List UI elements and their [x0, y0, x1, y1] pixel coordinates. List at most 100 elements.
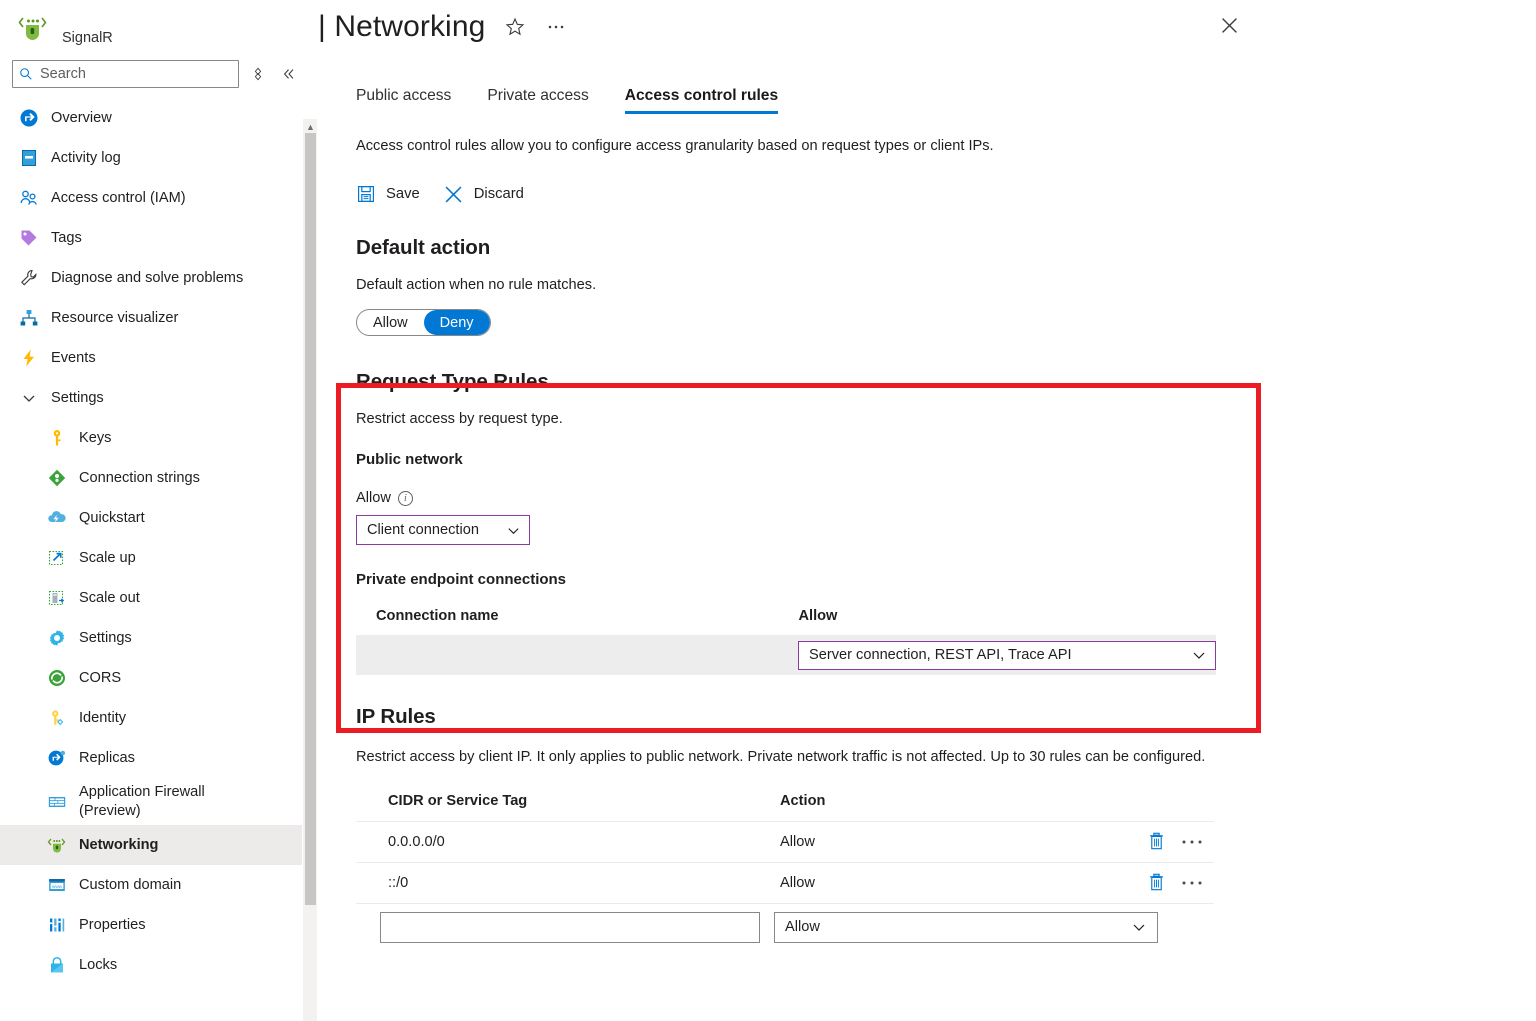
- scale-up-icon: [46, 547, 68, 569]
- pin-filter-icon[interactable]: [245, 61, 271, 87]
- public-network-allow-value: Client connection: [367, 522, 479, 538]
- sidebar-item-properties[interactable]: Properties: [0, 905, 302, 945]
- sidebar-item-overview[interactable]: Overview: [0, 98, 302, 138]
- star-icon[interactable]: [505, 17, 525, 37]
- public-network-allow-label-row: Allow i: [356, 490, 1516, 506]
- sidebar-item-quickstart[interactable]: Quickstart: [0, 498, 302, 538]
- close-icon[interactable]: [1214, 10, 1244, 40]
- ip-rules-heading: IP Rules: [356, 705, 1516, 729]
- new-rule-action-value: Allow: [785, 919, 820, 935]
- ellipsis-icon[interactable]: [545, 17, 567, 37]
- column-header-allow: Allow: [798, 608, 1216, 624]
- info-icon[interactable]: i: [398, 491, 413, 506]
- tab-private-access[interactable]: Private access: [487, 87, 588, 114]
- sidebar-item-events[interactable]: Events: [0, 338, 302, 378]
- sidebar-item-custom-domain[interactable]: www Custom domain: [0, 865, 302, 905]
- cell-action: Allow: [780, 875, 1148, 891]
- sidebar-item-identity[interactable]: Identity: [0, 698, 302, 738]
- access-control-icon: [18, 187, 40, 209]
- sidebar-item-scale-out[interactable]: Scale out: [0, 578, 302, 618]
- sidebar-item-application-firewall[interactable]: Application Firewall (Preview): [0, 778, 302, 825]
- discard-label: Discard: [474, 186, 524, 202]
- request-type-rules-description: Restrict access by request type.: [356, 411, 1516, 427]
- sidebar-item-label: Scale up: [79, 550, 136, 566]
- key-icon: [46, 427, 68, 449]
- sidebar-item-label: Overview: [51, 110, 112, 126]
- cell-cidr: ::/0: [388, 875, 780, 891]
- sidebar-item-keys[interactable]: Keys: [0, 418, 302, 458]
- default-action-toggle[interactable]: Allow Deny: [356, 309, 491, 336]
- sidebar-item-label: Application Firewall (Preview): [79, 783, 254, 819]
- chevron-down-icon: [506, 523, 521, 538]
- private-endpoint-allow-dropdown[interactable]: Server connection, REST API, Trace API: [798, 641, 1216, 670]
- save-icon: [356, 184, 376, 204]
- cell-cidr: 0.0.0.0/0: [388, 834, 780, 850]
- trash-icon[interactable]: [1148, 832, 1165, 851]
- private-endpoint-connections-table: Connection name Allow Server connection,…: [356, 608, 1216, 675]
- sidebar-item-label: CORS: [79, 670, 121, 686]
- sidebar-group-settings[interactable]: Settings: [0, 378, 302, 418]
- request-type-rules-heading: Request Type Rules: [356, 370, 1516, 394]
- tab-public-access[interactable]: Public access: [356, 87, 451, 114]
- custom-domain-icon: www: [46, 874, 68, 896]
- sidebar-item-access-control[interactable]: Access control (IAM): [0, 178, 302, 218]
- sidebar-item-replicas[interactable]: Replicas: [0, 738, 302, 778]
- cell-action: Allow: [780, 834, 1148, 850]
- public-network-allow-dropdown[interactable]: Client connection: [356, 515, 530, 545]
- sidebar-nav: Overview Activity log: [0, 98, 302, 985]
- replicas-icon: [46, 747, 68, 769]
- overview-icon: [18, 107, 40, 129]
- sidebar-item-networking[interactable]: Networking: [0, 825, 302, 865]
- sidebar-item-label: Quickstart: [79, 510, 145, 526]
- save-button[interactable]: Save: [356, 184, 420, 204]
- search-input[interactable]: Search: [12, 60, 239, 88]
- ip-rules-table: CIDR or Service Tag Action 0.0.0.0/0 All…: [356, 793, 1214, 951]
- table-row: Server connection, REST API, Trace API: [356, 635, 1216, 675]
- private-endpoint-allow-value: Server connection, REST API, Trace API: [809, 647, 1072, 663]
- ellipsis-icon[interactable]: [1181, 839, 1203, 845]
- collapse-double-chevron-icon[interactable]: [276, 61, 302, 87]
- blade-title-row: | Networking: [318, 0, 1536, 46]
- sidebar-item-label: Networking: [79, 837, 158, 853]
- sidebar-item-diagnose[interactable]: Diagnose and solve problems: [0, 258, 302, 298]
- wrench-icon: [18, 267, 40, 289]
- azure-portal-blade: SignalR Search: [0, 0, 1536, 1021]
- discard-button[interactable]: Discard: [444, 184, 524, 204]
- private-endpoint-connections-heading: Private endpoint connections: [356, 571, 1516, 588]
- ellipsis-icon[interactable]: [1181, 880, 1203, 886]
- public-network-heading: Public network: [356, 451, 1516, 468]
- quickstart-icon: [46, 507, 68, 529]
- sidebar-item-label: Settings: [79, 630, 132, 646]
- lock-icon: [46, 954, 68, 976]
- tab-bar: Public access Private access Access cont…: [318, 80, 1536, 114]
- sidebar-item-activity-log[interactable]: Activity log: [0, 138, 302, 178]
- identity-key-icon: [46, 707, 68, 729]
- table-row[interactable]: 0.0.0.0/0 Allow: [356, 821, 1214, 862]
- ip-rule-new-row: Allow: [356, 903, 1214, 951]
- sidebar-item-settings[interactable]: Settings: [0, 618, 302, 658]
- sidebar-item-scale-up[interactable]: Scale up: [0, 538, 302, 578]
- resource-sidebar: SignalR Search: [0, 0, 302, 1021]
- sidebar-item-label: Keys: [79, 430, 111, 446]
- default-action-option-allow[interactable]: Allow: [357, 310, 424, 335]
- ip-rules-description: Restrict access by client IP. It only ap…: [356, 746, 1214, 769]
- cidr-input[interactable]: [380, 912, 760, 943]
- sidebar-item-locks[interactable]: Locks: [0, 945, 302, 985]
- tab-access-control-rules[interactable]: Access control rules: [625, 87, 778, 114]
- sidebar-item-label: Connection strings: [79, 470, 200, 486]
- scrollbar-thumb[interactable]: [305, 133, 316, 905]
- lightning-bolt-icon: [18, 347, 40, 369]
- table-row[interactable]: ::/0 Allow: [356, 862, 1214, 903]
- sidebar-scrollbar[interactable]: ▲: [303, 119, 317, 1021]
- scroll-up-arrow-icon[interactable]: ▲: [306, 122, 315, 132]
- sidebar-item-tags[interactable]: Tags: [0, 218, 302, 258]
- new-rule-action-dropdown[interactable]: Allow: [774, 912, 1158, 943]
- sidebar-item-connection-strings[interactable]: Connection strings: [0, 458, 302, 498]
- sidebar-item-resource-visualizer[interactable]: Resource visualizer: [0, 298, 302, 338]
- command-bar: Save Discard: [356, 184, 1516, 204]
- sidebar-item-label: Scale out: [79, 590, 140, 606]
- default-action-option-deny[interactable]: Deny: [424, 310, 490, 335]
- sidebar-item-cors[interactable]: CORS: [0, 658, 302, 698]
- page-title: | Networking: [318, 10, 485, 44]
- trash-icon[interactable]: [1148, 873, 1165, 892]
